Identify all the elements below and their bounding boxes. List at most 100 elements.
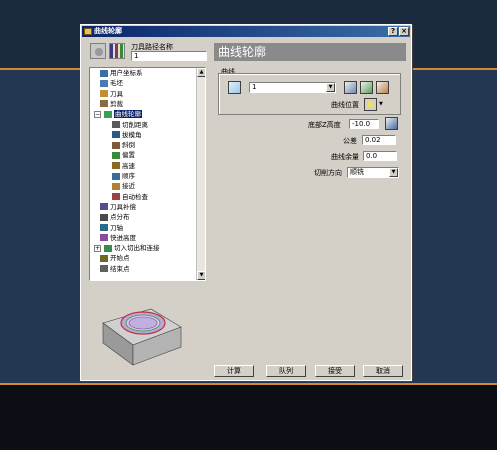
high-speed-icon [112, 162, 120, 170]
trim-icon [100, 100, 108, 108]
chamfer-icon [112, 141, 120, 149]
cancel-button[interactable]: 取消 [363, 365, 403, 377]
tree-item-label: 拔模角 [122, 130, 142, 139]
curve-select-icon[interactable] [228, 81, 241, 94]
toolpath-preview-icon[interactable] [90, 43, 106, 59]
toolpath-strategy-icon[interactable] [109, 43, 125, 59]
tree-item[interactable]: 刀轴 [100, 224, 123, 233]
desktop-background-bottom [0, 384, 497, 450]
title-bar[interactable]: 曲线轮廓 ? × [82, 26, 410, 37]
tree-item[interactable]: 点分布 [100, 213, 130, 222]
tree-item[interactable]: 自动检查 [112, 193, 148, 202]
curve-position-icon[interactable] [364, 98, 377, 111]
close-button[interactable]: × [399, 27, 409, 36]
tree-item[interactable]: 剪裁 [100, 100, 123, 109]
tree-item[interactable]: 高速 [112, 162, 135, 171]
tree-item[interactable]: 切削距离 [112, 121, 148, 130]
tree-scrollbar[interactable]: ▲ ▼ [196, 68, 205, 280]
tree-item-label: 顺序 [122, 172, 135, 180]
tree-item-label: 开始点 [110, 254, 130, 263]
tree-item-label: 毛坯 [110, 79, 123, 88]
tree-item-label: 偏置 [122, 151, 135, 160]
tree-item[interactable]: 快进高度 [100, 234, 136, 243]
base-height-input[interactable]: -10.0 [349, 119, 379, 129]
expand-icon[interactable]: + [94, 245, 101, 253]
calculate-button[interactable]: 计算 [214, 365, 254, 377]
tree-item[interactable]: 结束点 [100, 265, 130, 274]
tree-item-label: 刀轴 [110, 223, 123, 232]
tree-item[interactable]: 斜倒 [112, 141, 135, 150]
scroll-down-arrow[interactable]: ▼ [197, 271, 205, 280]
tree-item[interactable]: 接近 [112, 182, 135, 191]
tool-icon [100, 90, 108, 98]
curve-thickness-label: 曲线余量 [331, 153, 359, 161]
cut-distance-icon [112, 121, 120, 128]
tree-item[interactable]: 偏置 [112, 151, 135, 160]
strategy-heading: 曲线轮廓 [214, 43, 406, 61]
tree-item-label: 结束点 [110, 264, 130, 273]
end-point-icon [100, 265, 108, 273]
tree-item-label: 用户坐标系 [110, 69, 143, 77]
curve-thickness-input[interactable]: 0.0 [363, 151, 397, 161]
curve-import-icon[interactable] [376, 81, 389, 94]
app-icon [84, 28, 92, 35]
cut-direction-dropdown[interactable]: 顺铣 ▼ [347, 167, 399, 178]
leads-links-icon [104, 244, 112, 252]
approach-icon [112, 182, 120, 190]
point-dist-icon [100, 213, 108, 221]
draft-angle-icon [112, 131, 120, 139]
start-point-icon [100, 254, 108, 262]
tree-item[interactable]: 开始点 [100, 254, 130, 263]
rapid-height-icon [100, 234, 108, 242]
accept-button[interactable]: 接受 [315, 365, 355, 377]
tree-item[interactable]: − 曲线轮廓 [94, 110, 142, 119]
tree-item-label: 高速 [122, 161, 135, 170]
tree-item-label: 曲线轮廓 [114, 110, 142, 119]
scroll-up-arrow[interactable]: ▲ [197, 68, 205, 77]
tool-comp-icon [100, 203, 108, 211]
curve-select-dropdown[interactable]: 1 ▼ [249, 82, 336, 93]
tolerance-label: 公差 [343, 137, 357, 145]
auto-check-icon [112, 193, 120, 201]
tree-item-label: 切削距离 [122, 120, 148, 129]
tree-item-label: 接近 [122, 182, 135, 191]
toolpath-name-input[interactable]: 1 [131, 51, 207, 61]
block-icon [100, 79, 108, 87]
tree-item-label: 点分布 [110, 213, 130, 222]
curve-position-dropdown-arrow[interactable]: ▼ [379, 101, 383, 107]
strategy-tree: 用户坐标系毛坯 刀具 剪裁 − 曲线轮廓 切削距离 拔模角斜倒 偏置 高速顺序接近 自动检查 刀具补… [89, 67, 206, 281]
tree-item[interactable]: 顺序 [112, 172, 135, 181]
height-pick-icon[interactable] [385, 117, 398, 130]
tree-item-label: 快进高度 [110, 233, 136, 242]
tolerance-input[interactable]: 0.02 [362, 135, 396, 145]
curve-create-icon[interactable] [360, 81, 373, 94]
tree-item-label: 自动检查 [122, 192, 148, 201]
collapse-icon[interactable]: − [94, 111, 101, 119]
curve-profile-icon [104, 110, 112, 118]
help-button[interactable]: ? [388, 27, 398, 36]
tree-item-label: 斜倒 [122, 141, 135, 150]
tree-item-label: 剪裁 [110, 99, 123, 108]
offset-icon [112, 151, 120, 159]
tree-item-label: 刀具 [110, 89, 123, 98]
tree-item[interactable]: 拔模角 [112, 131, 142, 140]
tree-item[interactable]: 用户坐标系 [100, 69, 143, 78]
curve-group: 1 ▼ 曲线位置 ▼ [218, 73, 401, 115]
tree-item-label: 刀具补偿 [110, 202, 136, 211]
curve-edit-icon[interactable] [344, 81, 357, 94]
tree-item[interactable]: + 切入切出和连接 [94, 244, 160, 253]
tree-item-label: 切入切出和连接 [114, 244, 160, 253]
chevron-down-icon[interactable]: ▼ [326, 83, 335, 92]
cut-direction-label: 切削方向 [314, 169, 342, 177]
chevron-down-icon[interactable]: ▼ [389, 168, 398, 177]
tree-item[interactable]: 毛坯 [100, 79, 123, 88]
order-icon [112, 172, 120, 180]
tree-item[interactable]: 刀具 [100, 90, 123, 99]
ucs-icon [100, 69, 108, 77]
cut-direction-value: 顺铣 [350, 168, 364, 176]
tool-axis-icon [100, 224, 108, 231]
curve-profile-dialog: 曲线轮廓 ? × 刀具路径名称 1 曲线轮廓 用户坐标系 毛坯 刀具 剪裁 − 曲线轮廓切… [80, 24, 412, 381]
tree-item[interactable]: 刀具补偿 [100, 203, 136, 212]
queue-button[interactable]: 队列 [266, 365, 306, 377]
base-height-label: 底部Z高度 [308, 121, 341, 129]
